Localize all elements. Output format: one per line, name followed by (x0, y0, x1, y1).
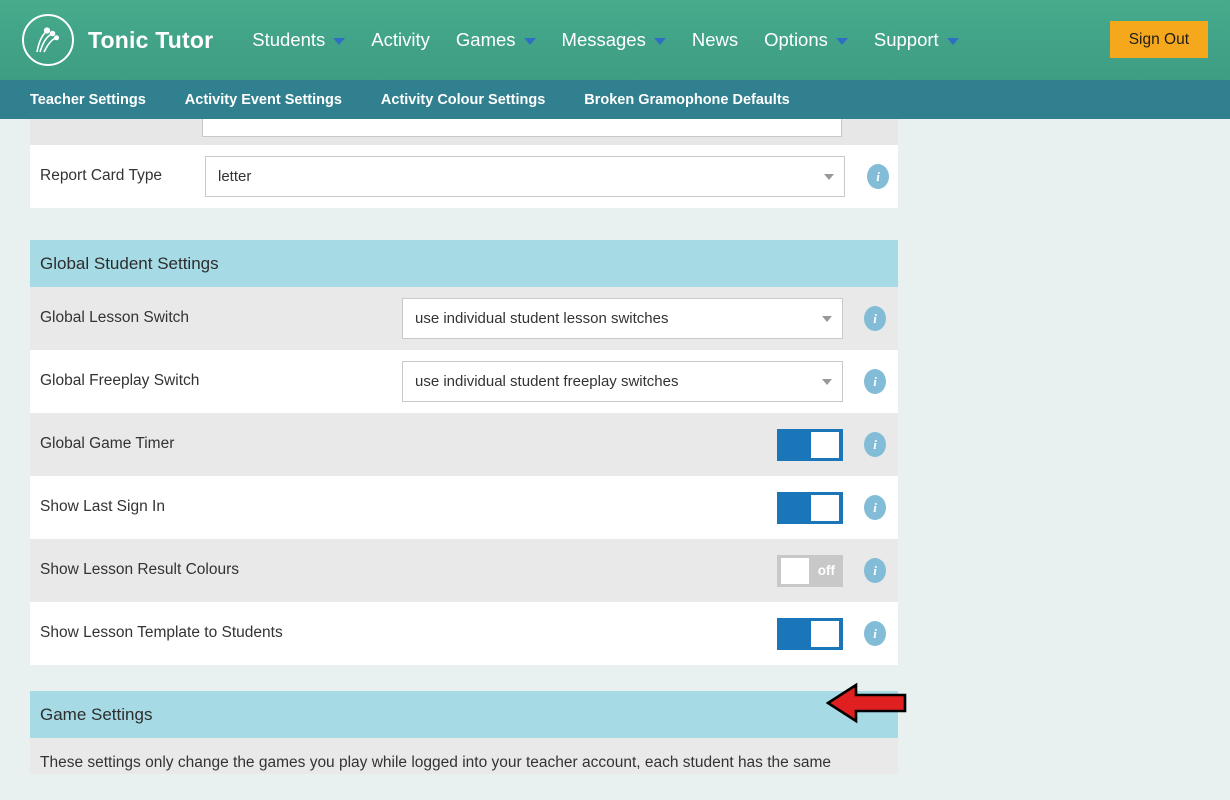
info-icon[interactable]: i (864, 306, 886, 331)
info-icon[interactable]: i (867, 164, 889, 189)
global-game-timer-toggle[interactable] (777, 429, 843, 461)
row-show-lesson-result-colours: Show Lesson Result Colours off i (30, 539, 898, 602)
global-freeplay-switch-select[interactable]: use individual student freeplay switches (402, 361, 843, 402)
section-header-game-settings: Game Settings (30, 691, 898, 738)
row-label: Show Last Sign In (40, 498, 777, 517)
select-value: letter (218, 169, 816, 184)
tonic-tutor-circle-logo-icon[interactable] (22, 14, 74, 66)
sub-navigation: Teacher Settings Activity Event Settings… (0, 80, 1230, 119)
show-lesson-result-colours-toggle[interactable]: off (777, 555, 843, 587)
info-icon[interactable]: i (864, 621, 886, 646)
nav-item-label: Students (252, 31, 325, 50)
section-title: Game Settings (40, 705, 152, 725)
chevron-down-icon (824, 174, 834, 180)
row-global-lesson-switch: Global Lesson Switch use individual stud… (30, 287, 898, 350)
select-value: use individual student lesson switches (415, 311, 814, 326)
report-card-type-select[interactable]: letter (205, 156, 845, 197)
row-label: Report Card Type (40, 167, 205, 186)
nav-item-label: Games (456, 31, 516, 50)
row-label: Show Lesson Result Colours (40, 561, 777, 580)
nav-item-label: Support (874, 31, 939, 50)
brand-name[interactable]: Tonic Tutor (88, 27, 213, 54)
row-label: Global Lesson Switch (40, 309, 402, 328)
subnav-item-activity-event-settings[interactable]: Activity Event Settings (185, 92, 342, 108)
toggle-knob (811, 621, 839, 647)
chevron-down-icon (836, 38, 848, 45)
toggle-state-text: off (818, 563, 835, 578)
info-icon[interactable]: i (864, 558, 886, 583)
nav-item-options[interactable]: Options (751, 0, 861, 80)
nav-item-games[interactable]: Games (443, 0, 549, 80)
info-icon[interactable]: i (864, 369, 886, 394)
subnav-item-broken-gramophone-defaults[interactable]: Broken Gramophone Defaults (584, 92, 789, 108)
section-header-global-student-settings: Global Student Settings (30, 240, 898, 287)
sign-out-button[interactable]: Sign Out (1110, 21, 1208, 58)
nav-item-label: Messages (562, 31, 646, 50)
section-title: Global Student Settings (40, 254, 219, 274)
page-body: Report Card Type letter i Global Student… (0, 119, 1230, 800)
partial-select-box[interactable] (202, 119, 842, 137)
select-value: use individual student freeplay switches (415, 374, 814, 389)
subnav-item-activity-colour-settings[interactable]: Activity Colour Settings (381, 92, 545, 108)
toggle-knob (811, 432, 839, 458)
chevron-down-icon (947, 38, 959, 45)
chevron-down-icon (822, 379, 832, 385)
global-lesson-switch-select[interactable]: use individual student lesson switches (402, 298, 843, 339)
subnav-item-teacher-settings[interactable]: Teacher Settings (30, 92, 146, 108)
row-label: Global Game Timer (40, 435, 777, 454)
nav-item-support[interactable]: Support (861, 0, 972, 80)
nav-item-students[interactable]: Students (239, 0, 358, 80)
nav-item-label: News (692, 31, 738, 50)
top-header: Tonic Tutor Students Activity Games Mess… (0, 0, 1230, 80)
row-show-lesson-template-to-students: Show Lesson Template to Students i (30, 602, 898, 665)
nav-item-news[interactable]: News (679, 0, 751, 80)
nav-item-label: Options (764, 31, 828, 50)
nav-item-label: Activity (371, 31, 430, 50)
show-lesson-template-toggle[interactable] (777, 618, 843, 650)
toggle-knob (781, 558, 809, 584)
game-settings-note: These settings only change the games you… (30, 738, 898, 774)
main-navigation: Students Activity Games Messages News Op… (239, 0, 971, 80)
chevron-down-icon (333, 38, 345, 45)
row-label: Global Freeplay Switch (40, 372, 402, 391)
report-card-type-card: Report Card Type letter i (30, 145, 898, 208)
show-last-sign-in-toggle[interactable] (777, 492, 843, 524)
chevron-down-icon (654, 38, 666, 45)
nav-item-messages[interactable]: Messages (549, 0, 679, 80)
row-global-game-timer: Global Game Timer i (30, 413, 898, 476)
row-show-last-sign-in: Show Last Sign In i (30, 476, 898, 539)
toggle-knob (811, 495, 839, 521)
row-global-freeplay-switch: Global Freeplay Switch use individual st… (30, 350, 898, 413)
partial-row-above (30, 119, 898, 145)
row-report-card-type: Report Card Type letter i (30, 145, 898, 208)
chevron-down-icon (822, 316, 832, 322)
chevron-down-icon (524, 38, 536, 45)
info-icon[interactable]: i (864, 495, 886, 520)
global-student-settings-card: Global Lesson Switch use individual stud… (30, 287, 898, 665)
row-label: Show Lesson Template to Students (40, 624, 777, 643)
info-icon[interactable]: i (864, 432, 886, 457)
nav-item-activity[interactable]: Activity (358, 0, 443, 80)
